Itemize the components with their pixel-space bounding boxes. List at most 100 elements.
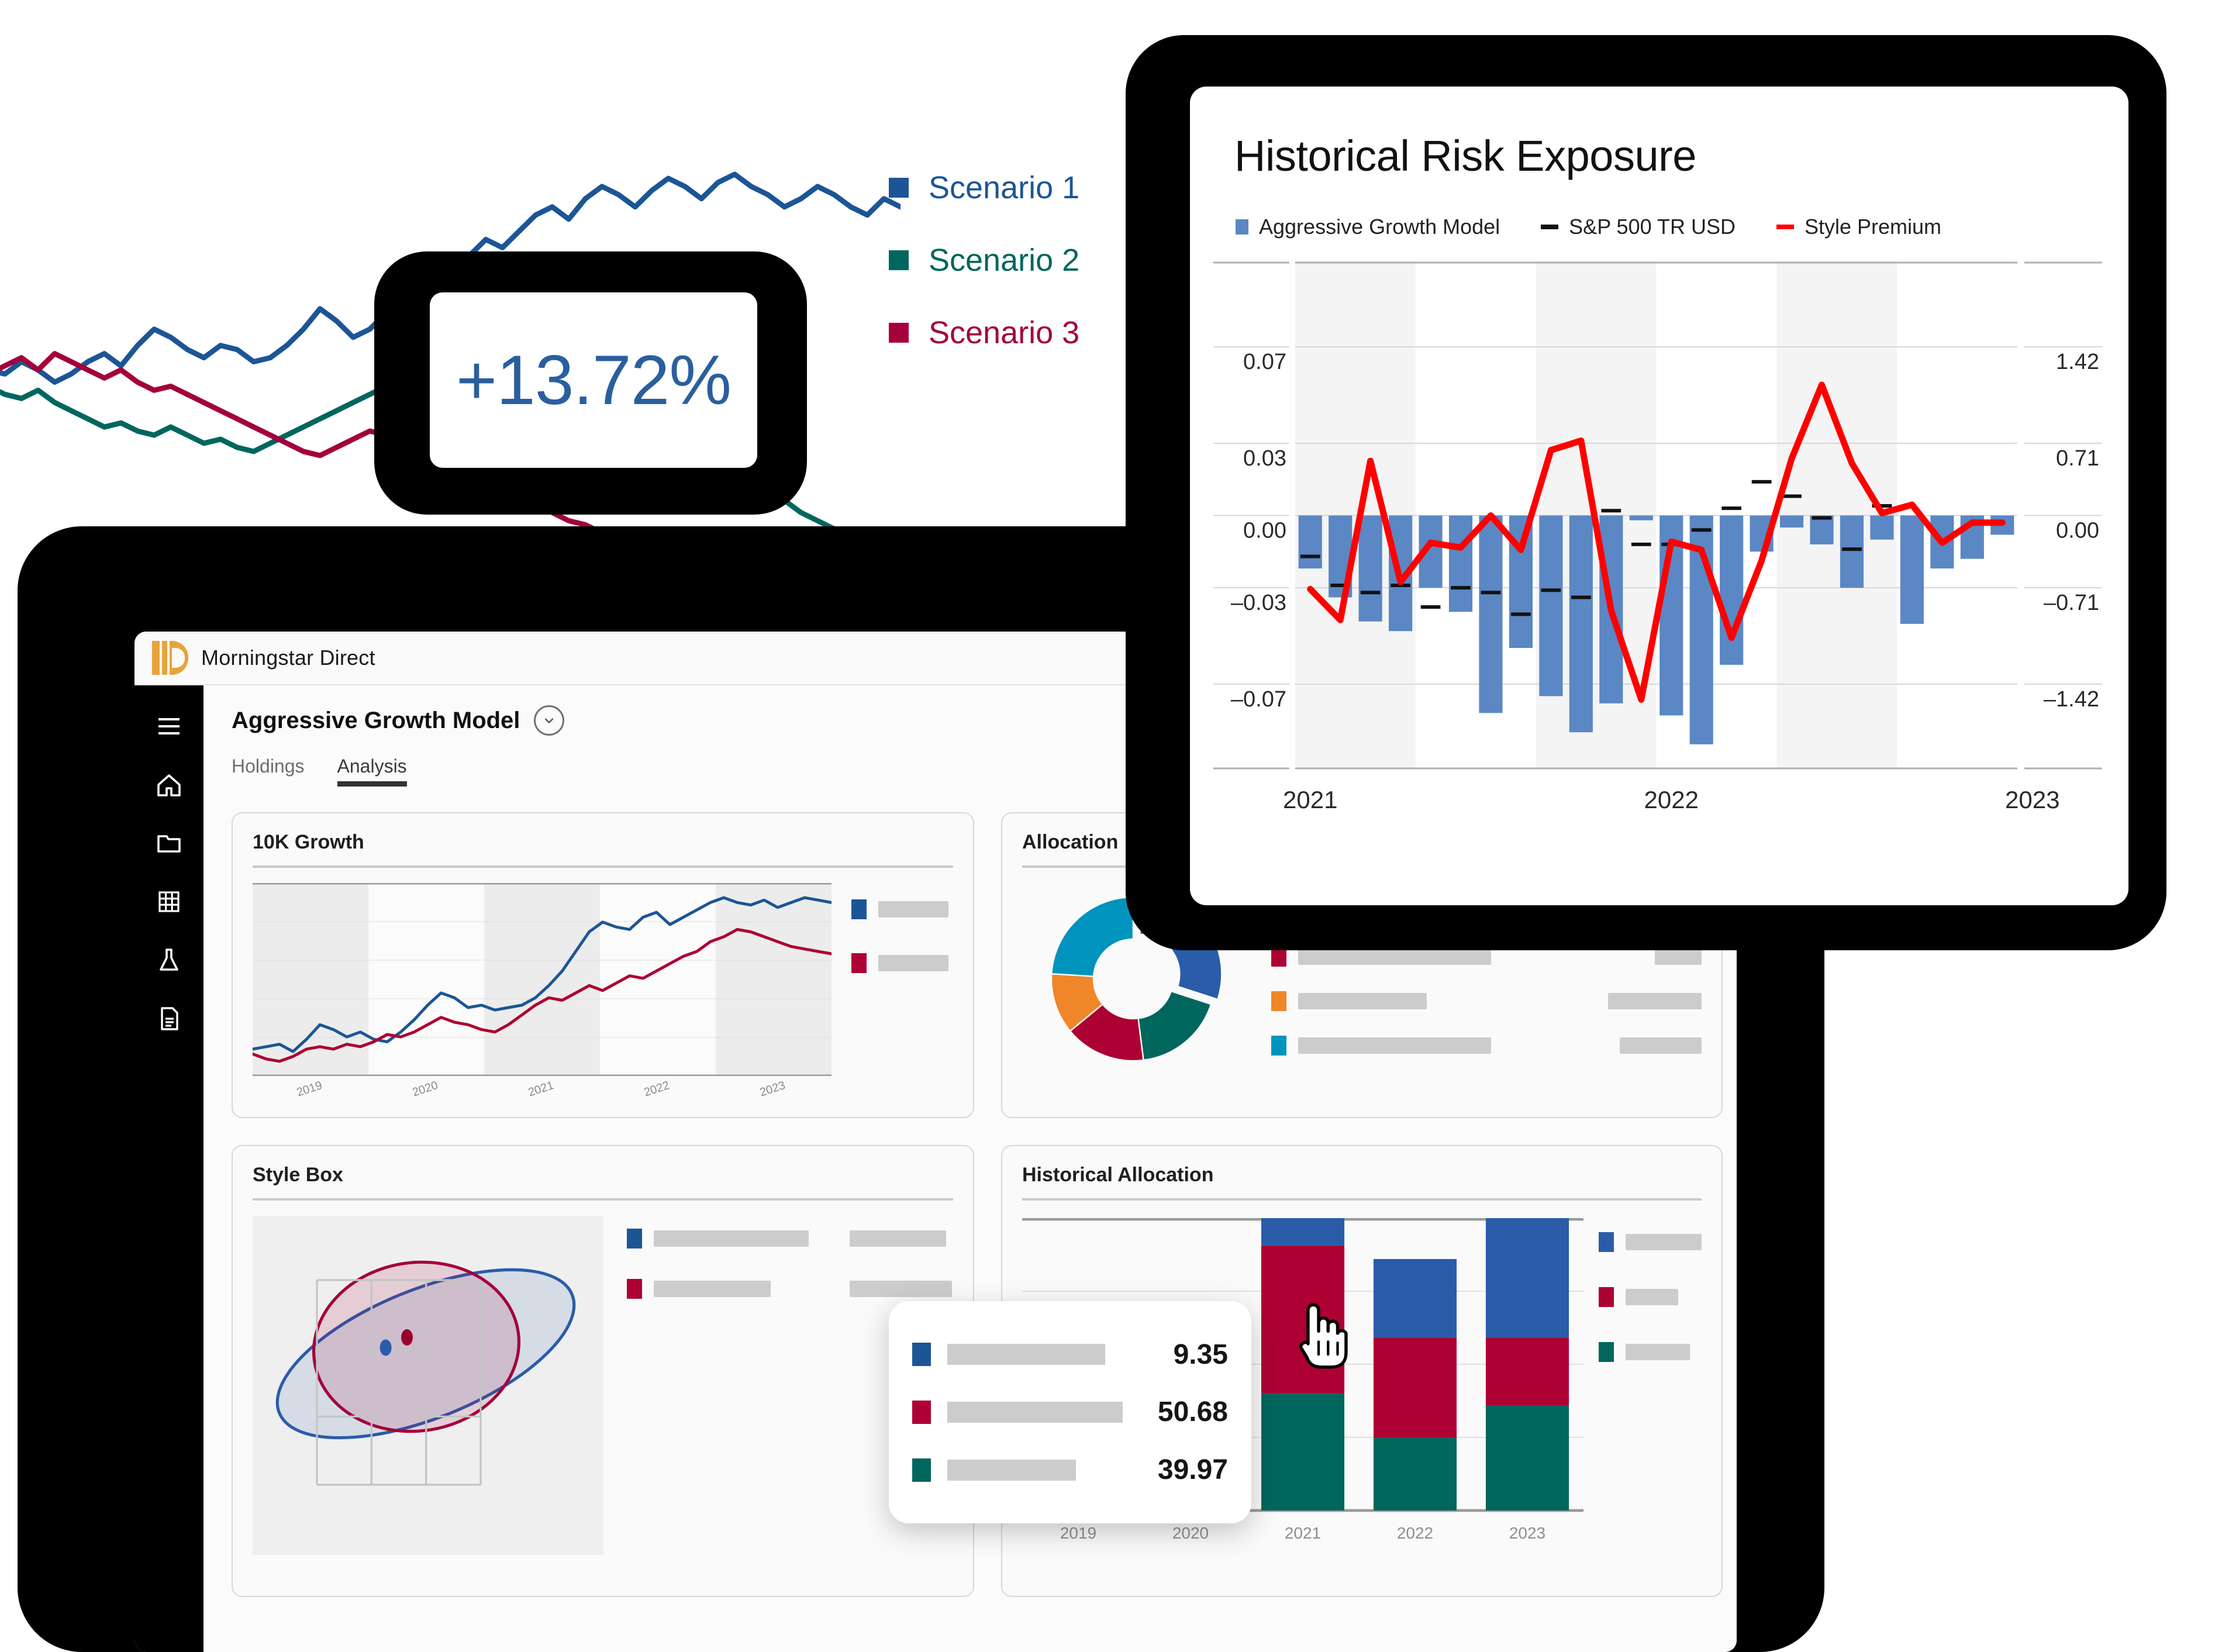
allocation-legend-placeholder-3a — [1298, 993, 1427, 1009]
hist-legend-swatch-1 — [1599, 1232, 1614, 1252]
svg-text:2022: 2022 — [1397, 1524, 1433, 1542]
risk-legend-dash-sp500 — [1541, 225, 1559, 229]
tooltip-row-2: 50.68 — [912, 1396, 1228, 1428]
growth-x-axis: 2019 2020 2021 2022 2023 — [295, 1079, 787, 1099]
allocation-legend-placeholder-4a — [1298, 1037, 1491, 1054]
flask-icon[interactable] — [155, 946, 183, 974]
card-title-style-box: Style Box — [253, 1164, 343, 1186]
hist-legend-swatch-3 — [1599, 1342, 1614, 1362]
card-10k-growth: 10K Growth 2019 2020 2021 2022 2023 — [232, 812, 974, 1118]
svg-text:2023: 2023 — [758, 1079, 787, 1099]
folder-icon[interactable] — [155, 829, 183, 857]
scenario-legend: Scenario 1 Scenario 2 Scenario 3 — [889, 170, 1079, 387]
risk-legend-label-3: Style Premium — [1804, 215, 1942, 239]
svg-text:0.00: 0.00 — [1243, 519, 1286, 543]
growth-line-chart — [253, 883, 832, 1076]
svg-text:2022: 2022 — [1644, 786, 1699, 813]
svg-text:2021: 2021 — [527, 1079, 556, 1099]
tooltip-value-2: 50.68 — [1157, 1396, 1228, 1428]
card-title-historical-allocation: Historical Allocation — [1022, 1164, 1214, 1186]
scenario-3-label: Scenario 3 — [929, 315, 1080, 350]
hist-legend-placeholder-3 — [1626, 1344, 1690, 1360]
historical-risk-exposure-panel: Historical Risk Exposure Aggressive Grow… — [1190, 87, 2128, 905]
sidebar-rail — [134, 685, 203, 1652]
allocation-legend-placeholder-2a — [1298, 949, 1491, 965]
hist-legend-swatch-2 — [1599, 1287, 1614, 1307]
stylebox-legend-placeholder-2a — [654, 1281, 771, 1297]
hist-legend-placeholder-2 — [1626, 1289, 1678, 1305]
risk-exposure-chart: 0.07 1.42 0.03 0.71 0.00 0.00 –0.03 –0.71 –0.07 –… — [1213, 261, 2102, 813]
scenario-1-label: Scenario 1 — [929, 170, 1080, 205]
tooltip-row-3: 39.97 — [912, 1454, 1228, 1486]
stylebox-legend-placeholder-1a — [654, 1230, 809, 1247]
hist-legend-placeholder-1 — [1626, 1234, 1702, 1250]
tooltip-row-1: 9.35 — [912, 1339, 1228, 1371]
hand-cursor-icon — [1299, 1303, 1348, 1369]
stylebox-legend-placeholder-2b — [850, 1281, 952, 1297]
growth-legend-swatch-2 — [851, 953, 867, 973]
growth-legend-placeholder-2 — [878, 955, 948, 971]
allocation-legend-placeholder-3b — [1608, 993, 1702, 1009]
svg-text:–0.03: –0.03 — [1231, 591, 1286, 615]
historical-allocation-legend — [1599, 1218, 1702, 1546]
stylebox-legend-swatch-1 — [627, 1229, 642, 1249]
risk-legend-item-1: Aggressive Growth Model — [1236, 215, 1500, 239]
performance-callout: +13.72% — [430, 292, 757, 468]
svg-text:1.42: 1.42 — [2056, 350, 2099, 374]
scenario-2-label: Scenario 2 — [929, 243, 1080, 278]
svg-text:0.03: 0.03 — [1243, 446, 1286, 471]
grid-icon[interactable] — [155, 888, 183, 916]
divider — [253, 865, 953, 868]
svg-text:–0.07: –0.07 — [1231, 687, 1286, 712]
tooltip-swatch-2 — [912, 1400, 931, 1424]
tooltip-swatch-3 — [912, 1458, 931, 1482]
divider — [253, 1198, 953, 1201]
risk-legend-label-1: Aggressive Growth Model — [1259, 215, 1500, 239]
menu-icon[interactable] — [155, 712, 183, 740]
risk-legend: Aggressive Growth Model S&P 500 TR USD S… — [1236, 215, 2128, 239]
svg-text:–0.71: –0.71 — [2044, 591, 2099, 615]
svg-text:2020: 2020 — [411, 1079, 440, 1099]
app-brand-label: Morningstar Direct — [201, 646, 375, 670]
growth-legend-swatch-1 — [851, 899, 867, 919]
callout-value: +13.72% — [456, 341, 732, 419]
risk-legend-item-3: Style Premium — [1776, 215, 1941, 239]
risk-panel-title: Historical Risk Exposure — [1234, 132, 1696, 180]
svg-text:2022: 2022 — [643, 1079, 671, 1099]
svg-text:0.00: 0.00 — [2056, 519, 2099, 543]
tooltip-swatch-1 — [912, 1343, 931, 1367]
svg-text:2019: 2019 — [1060, 1524, 1096, 1542]
document-icon[interactable] — [155, 1005, 183, 1033]
risk-legend-dash-style-premium — [1776, 225, 1794, 229]
svg-text:–1.42: –1.42 — [2044, 687, 2099, 712]
tooltip-value-1: 9.35 — [1173, 1339, 1228, 1370]
svg-text:0.71: 0.71 — [2056, 446, 2099, 471]
allocation-legend-swatch-3 — [1271, 991, 1286, 1011]
page-title: Aggressive Growth Model — [232, 707, 520, 733]
morningstar-logo-icon — [152, 637, 188, 678]
svg-text:2020: 2020 — [1172, 1524, 1209, 1542]
risk-legend-label-2: S&P 500 TR USD — [1569, 215, 1736, 239]
risk-legend-item-2: S&P 500 TR USD — [1541, 215, 1736, 239]
svg-text:2021: 2021 — [1285, 1524, 1321, 1542]
allocation-legend-swatch-4 — [1271, 1036, 1286, 1056]
risk-legend-swatch-aggressive-growth — [1236, 219, 1248, 234]
tab-holdings[interactable]: Holdings — [232, 756, 305, 787]
legend-item-scenario-2: Scenario 2 — [889, 242, 1079, 278]
stylebox-legend-placeholder-1b — [850, 1230, 946, 1247]
legend-item-scenario-3: Scenario 3 — [889, 315, 1079, 351]
style-box-scatter — [253, 1216, 603, 1555]
home-icon[interactable] — [155, 771, 183, 799]
growth-legend-placeholder-1 — [878, 901, 948, 918]
scenario-1-swatch — [889, 178, 909, 198]
divider — [1022, 1198, 1702, 1201]
svg-text:2019: 2019 — [295, 1079, 324, 1099]
allocation-legend-placeholder-4b — [1620, 1037, 1702, 1054]
scenario-3-swatch — [889, 323, 909, 343]
svg-text:2023: 2023 — [2005, 786, 2059, 813]
allocation-legend-placeholder-2b — [1655, 949, 1702, 965]
chevron-down-icon[interactable] — [534, 705, 565, 736]
tab-analysis[interactable]: Analysis — [337, 756, 407, 787]
svg-text:0.07: 0.07 — [1243, 350, 1286, 374]
tooltip-label-placeholder-2 — [947, 1401, 1123, 1423]
